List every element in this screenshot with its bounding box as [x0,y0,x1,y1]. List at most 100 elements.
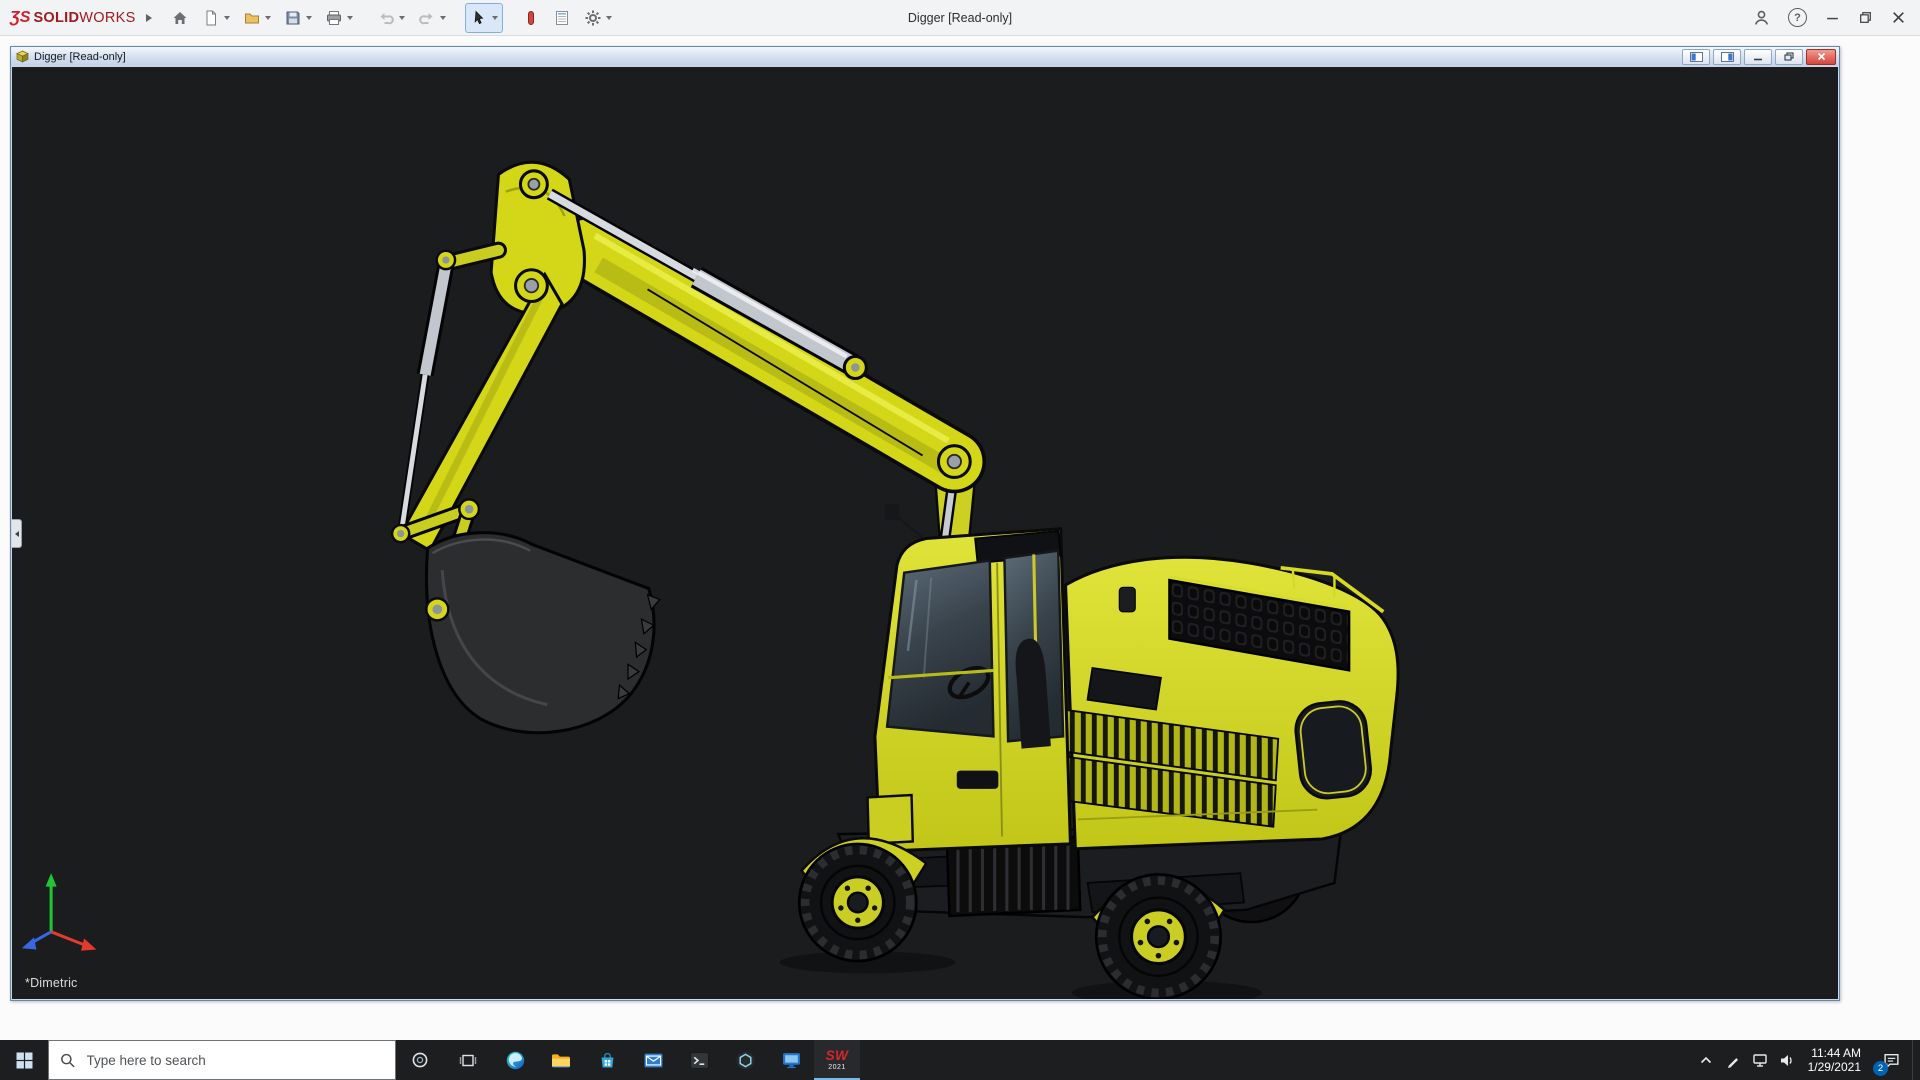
options-button[interactable] [579,3,617,33]
taskbar-mail-button[interactable] [630,1040,676,1080]
document-title: Digger [Read-only] [34,51,126,63]
hexagon-app-icon [736,1051,755,1070]
document-titlebar[interactable]: Digger [Read-only] [11,47,1839,66]
excavator-model[interactable] [12,67,1838,999]
help-button[interactable]: ? [1788,8,1807,27]
document-window: Digger [Read-only] [10,46,1840,1001]
open-dropdown[interactable] [265,16,271,20]
doc-pane-button-2[interactable] [1713,49,1741,65]
system-tray: 11:44 AM 1/29/2021 2 [1693,1040,1920,1080]
taskbar-monitor-app-button[interactable] [768,1040,814,1080]
doc-close-icon [1817,52,1826,61]
select-cursor-icon [470,9,488,27]
open-folder-icon [243,9,261,27]
design-table-button[interactable] [548,3,576,33]
close-button[interactable] [1891,10,1906,25]
select-tool-button[interactable] [465,3,503,33]
volume-icon [1779,1053,1795,1068]
doc-restore-button[interactable] [1775,49,1803,65]
chevron-up-icon [1699,1054,1713,1066]
new-document-icon [202,9,220,27]
print-dropdown[interactable] [347,16,353,20]
stick-arm[interactable] [401,275,562,551]
gear-icon [584,9,602,27]
app-titlebar: ƷS SOLIDWORKS [0,0,1920,36]
taskbar-hexagon-app-button[interactable] [722,1040,768,1080]
taskbar-search-box[interactable] [48,1040,396,1080]
pen-icon [1726,1053,1741,1068]
macro-record-button[interactable] [517,3,545,33]
collapse-arrow-icon [15,531,19,537]
home-icon [171,9,189,27]
doc-close-button[interactable] [1806,49,1836,65]
network-icon [1752,1052,1768,1068]
clock-time: 11:44 AM [1811,1046,1861,1060]
windows-taskbar: SW 2021 11:44 AM 1/29/2021 2 [0,1040,1920,1080]
quick-access-toolbar [166,3,617,33]
undo-button[interactable] [372,3,410,33]
file-explorer-icon [551,1052,571,1069]
tray-volume-button[interactable] [1774,1040,1801,1080]
cortana-button[interactable] [396,1040,444,1080]
solidworks-2021-icon: SW 2021 [826,1049,849,1071]
new-document-button[interactable] [197,3,235,33]
select-tool-dropdown[interactable] [492,16,498,20]
save-icon [284,9,302,27]
redo-button[interactable] [413,3,451,33]
taskbar-terminal-button[interactable] [676,1040,722,1080]
toolbar-expand-arrow[interactable] [146,14,152,22]
doc-pane-button-1[interactable] [1682,49,1710,65]
home-button[interactable] [166,3,194,33]
bucket[interactable] [426,533,659,733]
document-window-controls [1682,49,1836,65]
save-button[interactable] [279,3,317,33]
minimize-icon [1825,10,1840,25]
redo-dropdown[interactable] [440,16,446,20]
new-document-dropdown[interactable] [224,16,230,20]
assembly-cube-icon [16,50,29,63]
doc-minimize-button[interactable] [1744,49,1772,65]
doc-minimize-icon [1753,53,1763,61]
taskbar-edge-button[interactable] [492,1040,538,1080]
solidworks-logo-solid: SOLID [33,10,79,26]
taskbar-store-button[interactable] [584,1040,630,1080]
start-button[interactable] [0,1040,48,1080]
print-icon [325,9,343,27]
show-desktop-button[interactable] [1912,1040,1920,1080]
window-title: Digger [Read-only] [908,11,1012,25]
mdi-workspace: Digger [Read-only] [0,36,1920,1040]
print-button[interactable] [320,3,358,33]
undo-dropdown[interactable] [399,16,405,20]
options-dropdown[interactable] [606,16,612,20]
doc-restore-icon [1784,52,1794,61]
save-dropdown[interactable] [306,16,312,20]
minimize-button[interactable] [1825,10,1840,25]
search-input[interactable] [85,1052,385,1069]
monitor-app-icon [782,1052,801,1069]
solidworks-logo-glyph: ƷS [10,9,30,27]
mail-icon [644,1053,663,1068]
engine-body[interactable] [1040,557,1398,849]
taskbar-solidworks-button[interactable]: SW 2021 [814,1040,860,1080]
titlebar-controls: ? [1753,8,1910,27]
action-center-button[interactable]: 2 [1870,1040,1912,1080]
tray-pen-button[interactable] [1720,1040,1747,1080]
graphics-viewport[interactable]: *Dimetric [12,67,1838,999]
pane-right-icon [1721,52,1734,62]
tray-network-button[interactable] [1747,1040,1774,1080]
taskbar-file-explorer-button[interactable] [538,1040,584,1080]
terminal-icon [690,1052,709,1069]
taskbar-clock[interactable]: 11:44 AM 1/29/2021 [1801,1040,1870,1080]
restore-icon [1858,10,1873,25]
task-view-button[interactable] [444,1040,492,1080]
open-button[interactable] [238,3,276,33]
restore-button[interactable] [1858,10,1873,25]
cortana-icon [411,1051,429,1069]
tray-overflow-button[interactable] [1693,1040,1720,1080]
task-view-icon [459,1052,477,1069]
front-left-wheel[interactable] [799,844,916,961]
account-button[interactable] [1753,9,1770,26]
search-icon [60,1052,76,1069]
rear-left-wheel[interactable] [1096,874,1221,999]
featuremanager-collapse-tab[interactable] [12,519,22,548]
